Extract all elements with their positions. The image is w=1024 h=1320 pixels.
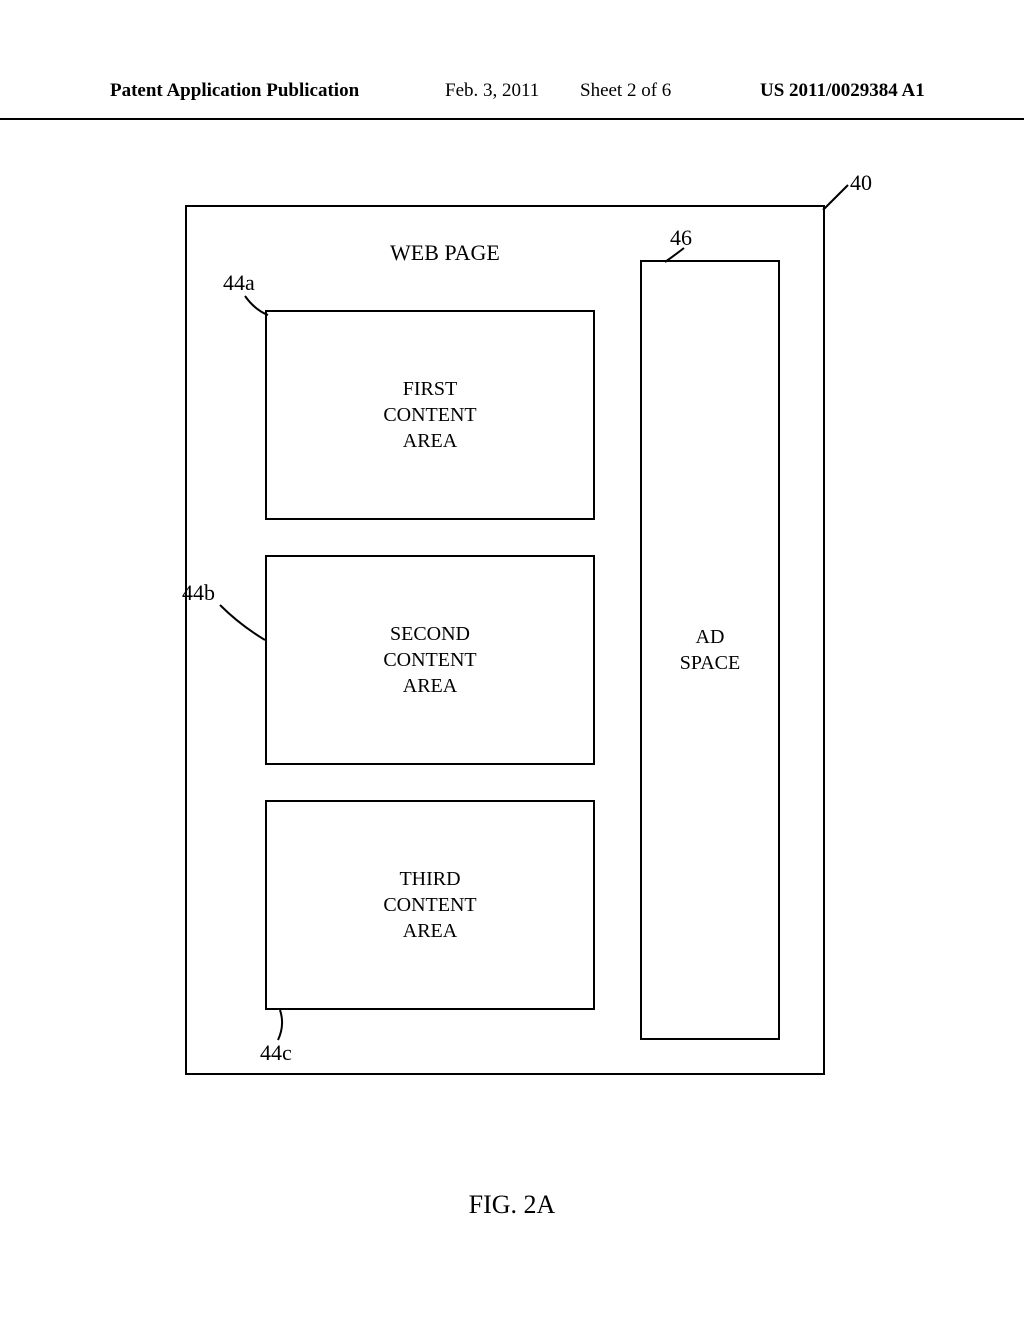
third-content-area: THIRD CONTENT AREA [265, 800, 595, 1010]
figure-caption: FIG. 2A [0, 1190, 1024, 1220]
second-content-area-label: SECOND CONTENT AREA [383, 621, 476, 699]
ref-third-content: 44c [260, 1040, 292, 1066]
first-content-area: FIRST CONTENT AREA [265, 310, 595, 520]
web-page-title: WEB PAGE [390, 240, 500, 266]
ref-first-content: 44a [223, 270, 255, 296]
figure-canvas: WEB PAGE FIRST CONTENT AREA SECOND CONTE… [0, 0, 1024, 1320]
ref-ad-space: 46 [670, 225, 692, 251]
ref-second-content: 44b [182, 580, 215, 606]
ad-space-label: AD SPACE [680, 624, 740, 676]
second-content-area: SECOND CONTENT AREA [265, 555, 595, 765]
ref-outer: 40 [850, 170, 872, 196]
ad-space: AD SPACE [640, 260, 780, 1040]
first-content-area-label: FIRST CONTENT AREA [383, 376, 476, 454]
third-content-area-label: THIRD CONTENT AREA [383, 866, 476, 944]
